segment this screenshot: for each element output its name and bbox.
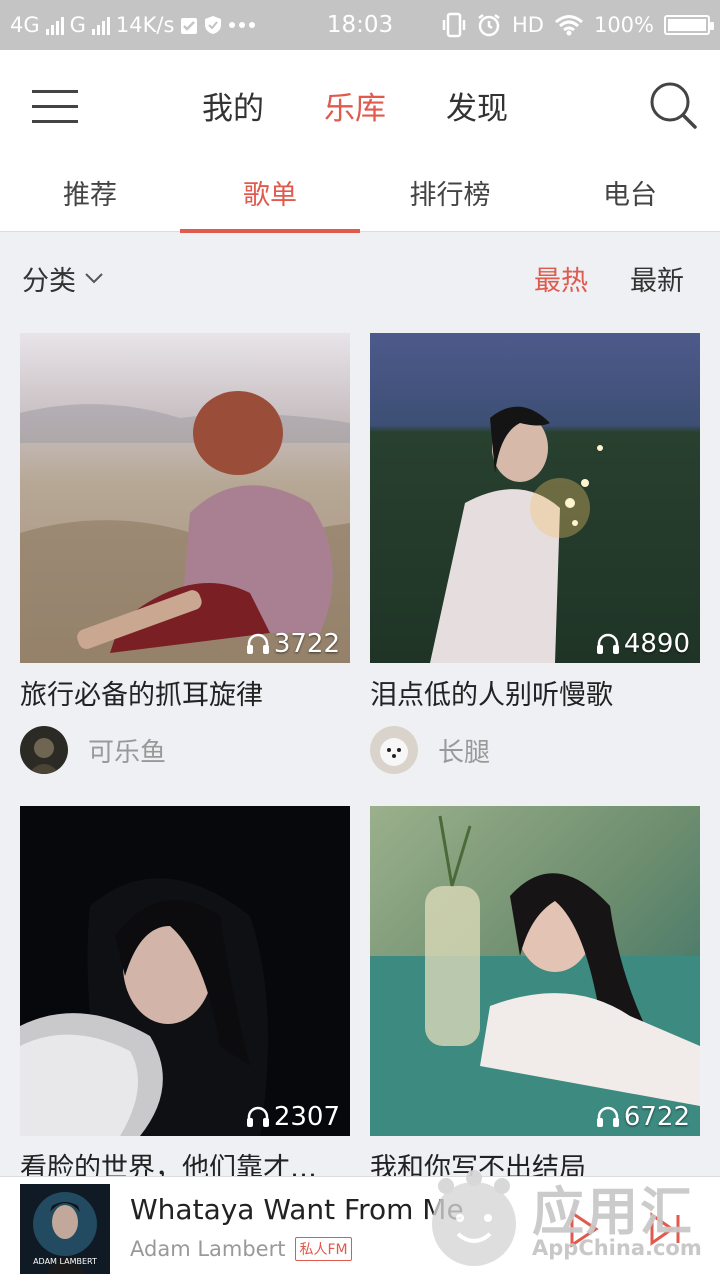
app-root: 4G G 14K/s 18:03 HD 100% 我的 乐库 发现 推荐 歌单 … — [0, 0, 720, 1280]
play-count: 2307 — [246, 1102, 340, 1132]
top-nav: 我的 乐库 发现 — [0, 50, 720, 160]
playlist-creator[interactable]: 可乐鱼 — [20, 726, 350, 774]
tab-mine[interactable]: 我的 — [202, 83, 264, 128]
wifi-icon — [554, 15, 583, 36]
tab-library[interactable]: 乐库 — [324, 83, 386, 128]
playlist-cover[interactable]: 2307 — [20, 806, 350, 1136]
cover-image — [20, 333, 350, 663]
tab-discover[interactable]: 发现 — [446, 83, 508, 128]
sub-tabs: 推荐 歌单 排行榜 电台 — [0, 160, 720, 233]
subtab-playlists-label: 歌单 — [243, 180, 297, 211]
cover-image — [370, 333, 700, 663]
playlist-title[interactable]: 旅行必备的抓耳旋律 — [20, 673, 350, 712]
sort-options: 最热 最新 — [534, 233, 684, 323]
playlist-card[interactable]: 2307 看脸的世界，他们靠才… — [20, 806, 350, 1185]
playlist-card[interactable]: 6722 我和你写不出结局 — [370, 806, 700, 1185]
play-count-value: 6722 — [623, 1102, 690, 1132]
cover-image — [20, 806, 350, 1136]
play-count-value: 4890 — [623, 629, 690, 659]
avatar — [20, 726, 68, 774]
fm-badge: 私人FM — [295, 1237, 352, 1261]
playlist-cover[interactable]: 3722 — [20, 333, 350, 663]
song-title[interactable]: Whataya Want From Me — [130, 1193, 464, 1226]
filter-row: 分类 最热 最新 — [0, 233, 720, 323]
playlist-title[interactable]: 泪点低的人别听慢歌 — [370, 673, 700, 712]
subtab-playlists[interactable]: 歌单 — [180, 160, 360, 233]
playlist-card[interactable]: 3722 旅行必备的抓耳旋律 可乐鱼 — [20, 333, 350, 774]
playlist-card[interactable]: 4890 泪点低的人别听慢歌 长腿 — [370, 333, 700, 774]
battery-percent: 100% — [593, 13, 654, 37]
appchina-logo-icon — [432, 1170, 516, 1266]
vibrate-icon — [442, 12, 466, 38]
status-bar: 4G G 14K/s 18:03 HD 100% — [0, 0, 720, 50]
headphones-icon — [596, 1106, 619, 1127]
category-label: 分类 — [22, 265, 76, 297]
category-dropdown[interactable]: 分类 — [22, 233, 104, 323]
album-text: ADAM LAMBERT — [33, 1257, 97, 1266]
watermark: 应用汇 AppChina.com — [420, 1160, 710, 1276]
search-icon[interactable] — [648, 80, 698, 130]
play-count-value: 2307 — [273, 1102, 340, 1132]
status-right: HD 100% — [442, 0, 714, 50]
headphones-icon — [596, 633, 619, 654]
playlist-cover[interactable]: 4890 — [370, 333, 700, 663]
subtab-radio-label: 电台 — [603, 180, 657, 211]
play-count: 6722 — [596, 1102, 690, 1132]
album-art[interactable]: ADAM LAMBERT — [20, 1184, 110, 1274]
headphones-icon — [246, 1106, 269, 1127]
creator-name: 长腿 — [438, 737, 491, 768]
play-count: 4890 — [596, 629, 690, 659]
headphones-icon — [246, 633, 269, 654]
subtab-charts-label: 排行榜 — [409, 180, 491, 211]
cover-image — [370, 806, 700, 1136]
battery-icon — [664, 15, 714, 35]
sort-new[interactable]: 最新 — [630, 259, 684, 298]
play-count-value: 3722 — [273, 629, 340, 659]
chevron-down-icon — [85, 273, 103, 284]
creator-name: 可乐鱼 — [88, 737, 167, 768]
hd-label: HD — [511, 13, 544, 37]
playlist-cover[interactable]: 6722 — [370, 806, 700, 1136]
top-tabs: 我的 乐库 发现 — [0, 50, 720, 160]
watermark-subtitle: AppChina.com — [532, 1236, 702, 1260]
play-count: 3722 — [246, 629, 340, 659]
subtab-radio[interactable]: 电台 — [540, 160, 720, 232]
avatar — [370, 726, 418, 774]
alarm-icon — [478, 14, 500, 37]
watermark-title: 应用汇 — [532, 1183, 695, 1243]
sort-hot[interactable]: 最热 — [534, 259, 588, 298]
artist-name: Adam Lambert — [130, 1237, 286, 1261]
subtab-recommend-label: 推荐 — [63, 180, 117, 211]
playlist-creator[interactable]: 长腿 — [370, 726, 700, 774]
subtab-recommend[interactable]: 推荐 — [0, 160, 180, 232]
artist-row: Adam Lambert 私人FM — [130, 1237, 352, 1261]
subtab-charts[interactable]: 排行榜 — [360, 160, 540, 232]
